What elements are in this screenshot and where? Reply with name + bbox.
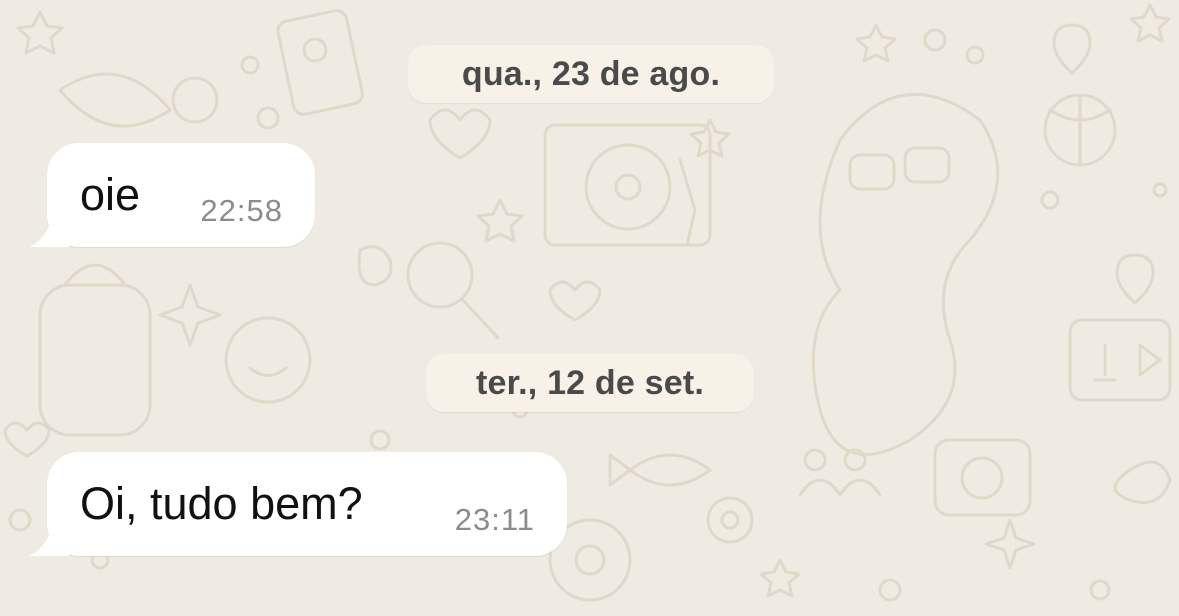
gear-doodle — [706, 496, 754, 544]
message-bubble-incoming[interactable]: Oi, tudo bem? 23:11 — [29, 452, 567, 556]
message-text: oie — [80, 169, 141, 220]
sunglasses-doodle — [848, 153, 896, 191]
creature-doodle — [811, 92, 1000, 456]
pin-doodle — [1052, 23, 1092, 75]
star-doodle-3 — [1129, 3, 1171, 43]
date-separator-label: ter., 12 de set. — [475, 363, 705, 402]
message-text: Oi, tudo bem? — [80, 478, 363, 529]
paw-doodle — [357, 245, 393, 287]
leaf-doodle — [58, 72, 172, 128]
star-doodle — [16, 10, 64, 55]
date-separator: ter., 12 de set. — [426, 354, 754, 412]
heart-doodle-2 — [548, 280, 602, 322]
bubble-tail — [29, 207, 69, 247]
message-time: 22:58 — [200, 193, 283, 228]
fish-doodle — [608, 453, 712, 487]
bubble-tail — [29, 516, 69, 556]
video-doodle — [1068, 318, 1172, 402]
star-doodle-5 — [476, 198, 524, 243]
turntable-doodle — [543, 123, 712, 247]
sparkle-doodle-2 — [984, 518, 1036, 570]
camera-doodle — [933, 438, 1032, 517]
date-separator: qua., 23 de ago. — [408, 45, 774, 103]
message-time: 23:11 — [454, 502, 535, 537]
message-bubble-incoming[interactable]: oie 22:58 — [29, 143, 315, 247]
card-doodle — [276, 9, 364, 116]
star-doodle-6 — [759, 558, 801, 598]
heart-doodle-3 — [3, 421, 51, 458]
star-doodle-4 — [855, 23, 897, 63]
magnifier-doodle — [406, 241, 474, 309]
smiley-doodle — [224, 316, 312, 404]
backpack-doodle — [38, 283, 152, 437]
pin-doodle-2 — [1115, 253, 1155, 305]
heart-doodle — [428, 108, 492, 160]
people-doodle — [798, 448, 882, 497]
date-separator-label: qua., 23 de ago. — [461, 54, 721, 93]
sparkle-doodle — [158, 283, 222, 347]
bird-doodle — [1113, 460, 1172, 504]
